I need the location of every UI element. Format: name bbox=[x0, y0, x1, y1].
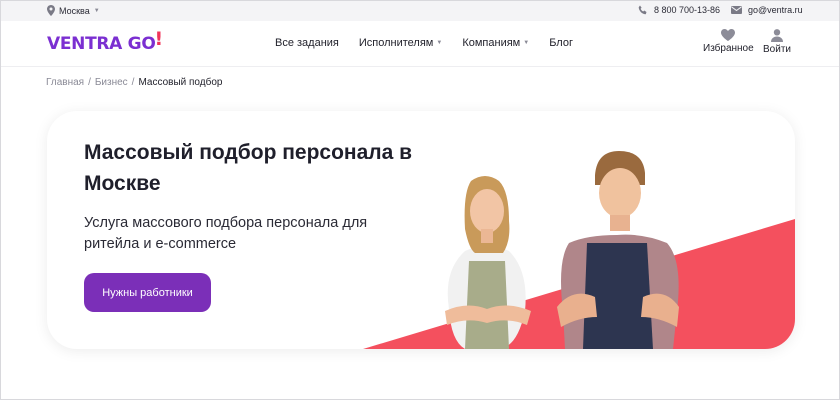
map-pin-icon bbox=[47, 5, 55, 16]
city-label: Москва bbox=[59, 5, 90, 16]
breadcrumb-link-home[interactable]: Главная bbox=[46, 77, 84, 88]
logo[interactable]: VENTRA GO! bbox=[47, 28, 163, 54]
login-label: Войти bbox=[763, 44, 791, 55]
chevron-down-icon: ▼ bbox=[523, 40, 530, 46]
favorites-button[interactable]: Избранное bbox=[703, 29, 754, 54]
hero-card: Массовый подбор персонала в Москве Услуг… bbox=[47, 111, 795, 349]
logo-exclamation-mark: ! bbox=[154, 28, 163, 50]
main-header: VENTRA GO! Все задания Исполнителям ▼ Ко… bbox=[1, 21, 839, 67]
phone-number: 8 800 700-13-86 bbox=[654, 5, 721, 15]
hero-subtitle: Услуга массового подбора персонала для р… bbox=[84, 215, 368, 252]
man-figure bbox=[557, 151, 679, 349]
phone-icon bbox=[638, 5, 648, 15]
mail-icon bbox=[731, 6, 742, 14]
breadcrumb-current: Массовый подбор bbox=[138, 77, 223, 88]
nav-label: Исполнителям bbox=[358, 37, 434, 49]
nav-item-for-performers[interactable]: Исполнителям ▼ bbox=[359, 37, 442, 49]
woman-figure bbox=[445, 176, 531, 349]
favorites-label: Избранное bbox=[703, 43, 754, 54]
main-nav: Все задания Исполнителям ▼ Компаниям ▼ Б… bbox=[275, 37, 573, 49]
nav-label: Компаниям bbox=[462, 37, 521, 49]
city-selector[interactable]: Москва ▼ bbox=[47, 5, 100, 16]
breadcrumb: Главная / Бизнес / Массовый подбор bbox=[46, 77, 222, 88]
email-address: go@ventra.ru bbox=[748, 5, 803, 15]
nav-label: Блог bbox=[549, 37, 573, 49]
nav-item-all-tasks[interactable]: Все задания bbox=[275, 37, 339, 49]
heart-icon bbox=[721, 29, 736, 41]
hero-title: Массовый подбор персонала в Москве bbox=[84, 141, 413, 195]
login-button[interactable]: Войти bbox=[763, 29, 791, 55]
need-workers-button[interactable]: Нужны работники bbox=[84, 273, 211, 312]
user-icon bbox=[770, 29, 783, 42]
chevron-down-icon: ▼ bbox=[436, 40, 443, 46]
breadcrumb-link-business[interactable]: Бизнес bbox=[95, 77, 128, 88]
nav-item-for-companies[interactable]: Компаниям ▼ bbox=[462, 37, 529, 49]
nav-label: Все задания bbox=[275, 37, 339, 49]
phone-contact[interactable]: 8 800 700-13-86 bbox=[638, 5, 720, 15]
top-bar: Москва ▼ 8 800 700-13-86 go@ventra.ru bbox=[1, 1, 839, 21]
breadcrumb-separator: / bbox=[131, 77, 135, 88]
chevron-down-icon: ▼ bbox=[93, 7, 100, 14]
email-contact[interactable]: go@ventra.ru bbox=[731, 5, 803, 15]
breadcrumb-separator: / bbox=[88, 77, 91, 88]
logo-text: VENTRA GO bbox=[47, 34, 156, 54]
nav-item-blog[interactable]: Блог bbox=[549, 37, 573, 49]
